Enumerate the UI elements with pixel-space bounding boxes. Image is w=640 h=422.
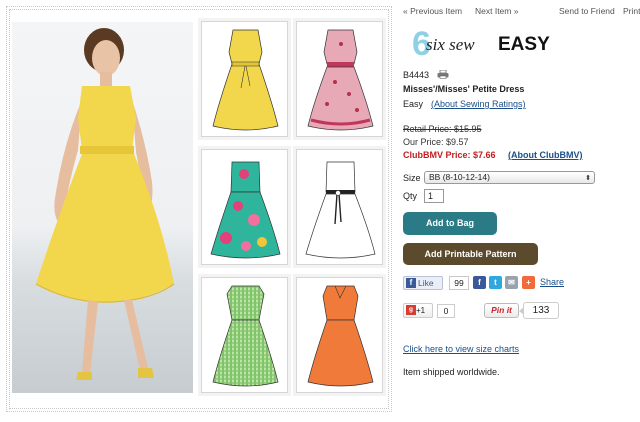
white-strapless-dress-sketch-icon <box>305 161 376 259</box>
pin-it-button[interactable]: Pin it <box>484 303 519 318</box>
add-to-bag-button[interactable]: Add to Bag <box>403 212 497 235</box>
thumbnail-view-d[interactable] <box>296 149 383 265</box>
next-item-link[interactable]: Next Item » <box>475 6 518 16</box>
thumbnail-view-c[interactable] <box>201 149 288 265</box>
green-gingham-dress-sketch-icon <box>212 285 279 387</box>
about-sewing-ratings-link[interactable]: (About Sewing Ratings) <box>431 99 526 109</box>
qty-input[interactable]: 1 <box>424 189 444 203</box>
print-link[interactable]: Print <box>623 6 640 16</box>
our-price: Our Price: $9.57 <box>403 137 469 147</box>
qty-label: Qty <box>403 191 418 201</box>
gplus-label: +1 <box>416 306 426 315</box>
facebook-share-icon[interactable]: f <box>473 276 486 289</box>
like-count: 99 <box>449 276 469 290</box>
google-plus-icon: g <box>406 305 416 316</box>
product-image-panel <box>0 0 395 422</box>
send-to-friend-link[interactable]: Send to Friend <box>559 6 615 16</box>
addthis-plus-icon[interactable]: + <box>522 276 535 289</box>
thumbnail-view-f[interactable] <box>296 277 383 393</box>
club-price: ClubBMV Price: $7.66 <box>403 150 496 160</box>
previous-item-link[interactable]: « Previous Item <box>403 6 462 16</box>
facebook-like-button[interactable]: f Like <box>403 276 443 290</box>
twitter-icon[interactable]: t <box>489 276 502 289</box>
product-info-panel: « Previous Item Next Item » Send to Frie… <box>395 0 640 422</box>
share-link[interactable]: Share <box>540 277 564 287</box>
orange-dress-sketch-icon <box>307 285 374 387</box>
google-plus-button[interactable]: g +1 <box>403 303 433 318</box>
thumbnail-view-b[interactable] <box>296 21 383 137</box>
about-club-link[interactable]: (About ClubBMV) <box>508 150 582 160</box>
product-title: Misses'/Misses' Petite Dress <box>403 84 525 94</box>
six-sew-easy-logo-graphic: 6 six sew EASY <box>412 25 550 63</box>
add-printable-pattern-button[interactable]: Add Printable Pattern <box>403 243 538 265</box>
model-in-yellow-dress-illustration <box>35 28 175 380</box>
size-label: Size <box>403 173 421 183</box>
shipping-note: Item shipped worldwide. <box>403 367 500 377</box>
printer-icon[interactable] <box>437 69 449 79</box>
size-select-value: BB (8-10-12-14) <box>429 172 490 182</box>
yellow-dress-sketch-icon <box>212 29 279 131</box>
logo-word-a: six sew <box>426 35 475 54</box>
difficulty-rating: Easy <box>403 99 424 109</box>
select-arrows-icon: ⬍ <box>585 175 591 182</box>
six-sew-easy-logo: 6 six sew EASY <box>412 25 582 63</box>
pin-count: 133 <box>519 302 559 319</box>
pink-floral-dress-sketch-icon <box>307 29 374 131</box>
product-sku: B4443 <box>403 70 430 80</box>
size-chart-link[interactable]: Click here to view size charts <box>403 344 519 354</box>
gplus-count: 0 <box>437 304 455 318</box>
bright-floral-strapless-dress-sketch-icon <box>210 161 281 259</box>
email-icon[interactable]: ✉ <box>505 276 518 289</box>
thumbnail-view-a[interactable] <box>201 21 288 137</box>
size-select[interactable]: BB (8-10-12-14) ⬍ <box>424 171 595 184</box>
logo-word-b: EASY <box>498 34 550 55</box>
facebook-icon: f <box>406 278 416 288</box>
like-label: Like <box>418 278 434 288</box>
retail-price: Retail Price: $15.95 <box>403 124 482 134</box>
thumbnail-view-e[interactable] <box>201 277 288 393</box>
model-photo[interactable] <box>12 22 193 393</box>
